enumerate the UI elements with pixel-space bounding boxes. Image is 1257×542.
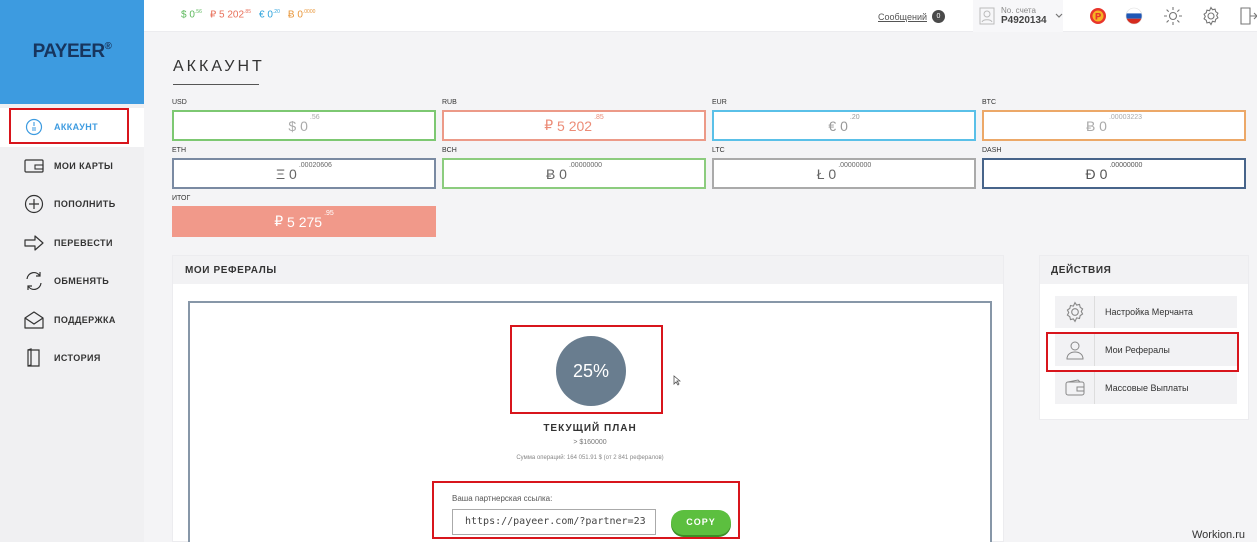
action-merchant-settings[interactable]: Настройка Мерчанта xyxy=(1055,296,1237,328)
wallet-balance: Ξ 0.00020606 xyxy=(172,158,436,189)
wallet-label: ИТОГ xyxy=(172,195,191,202)
action-label: Массовые Выплаты xyxy=(1105,383,1189,393)
action-label: Настройка Мерчанта xyxy=(1105,307,1193,317)
plan-threshold: > $160000 xyxy=(573,439,607,446)
card-icon xyxy=(24,156,44,176)
wallet-total: ИТОГ ₽ 5 275.95 xyxy=(172,195,436,237)
wallet-label: EUR xyxy=(712,99,727,106)
wallet-label: USD xyxy=(172,99,187,106)
wallet-balance: Đ 0.00000000 xyxy=(982,158,1246,189)
sidebar-item-label: ОБМЕНЯТЬ xyxy=(54,276,110,287)
envelope-icon xyxy=(24,310,44,330)
sidebar-item-transfer[interactable]: ПЕРЕВЕСТИ xyxy=(0,224,144,263)
messages-count-badge: 0 xyxy=(932,10,945,23)
wallet-balance: Ł 0.00000000 xyxy=(712,158,976,189)
wallet-balance: Ƀ 0.00000000 xyxy=(442,158,706,189)
sidebar-item-label: ИСТОРИЯ xyxy=(54,353,101,364)
sidebar-item-label: ПОДДЕРЖКА xyxy=(54,314,116,325)
wallet-btc[interactable]: BTC Ƀ 0.00003223 xyxy=(982,99,1246,141)
referral-plan-card: 25% ТЕКУЩИЙ ПЛАН > $160000 Сумма операци… xyxy=(188,301,992,542)
logout-icon[interactable] xyxy=(1238,6,1257,26)
gear-icon xyxy=(1055,296,1095,328)
plan-percent-circle: 25% xyxy=(556,336,626,406)
wallet-eur[interactable]: EUR € 0.20 xyxy=(712,99,976,141)
balance-btc: Ƀ 0.0000 xyxy=(287,9,316,21)
referrals-title: МОИ РЕФЕРАЛЫ xyxy=(173,256,1003,284)
sidebar: PAYEER® АККАУНТ МОИ КАРТЫ ПОПОЛНИТЬ ПЕРЕ… xyxy=(0,0,144,542)
plus-circle-icon xyxy=(24,194,44,214)
sun-icon[interactable] xyxy=(1163,6,1183,26)
wallet-label: BTC xyxy=(982,99,996,106)
wallet-usd[interactable]: USD $ 0.56 xyxy=(172,99,436,141)
plan-title: ТЕКУЩИЙ ПЛАН xyxy=(543,423,637,434)
account-selector[interactable]: No. счета P4920134 xyxy=(973,0,1063,32)
actions-title: ДЕЙСТВИЯ xyxy=(1040,256,1248,284)
wallet-dash[interactable]: DASH Đ 0.00000000 xyxy=(982,147,1246,189)
wallet-label: ETH xyxy=(172,147,186,154)
users-icon xyxy=(1055,334,1095,366)
sidebar-item-cards[interactable]: МОИ КАРТЫ xyxy=(0,147,144,186)
chevron-down-icon xyxy=(1055,13,1063,18)
sidebar-nav: АККАУНТ МОИ КАРТЫ ПОПОЛНИТЬ ПЕРЕВЕСТИ ОБ… xyxy=(0,104,144,378)
russian-flag-icon[interactable] xyxy=(1124,6,1144,26)
sidebar-item-deposit[interactable]: ПОПОЛНИТЬ xyxy=(0,185,144,224)
wallet-bch[interactable]: BCH Ƀ 0.00000000 xyxy=(442,147,706,189)
rub-coin-icon[interactable]: P xyxy=(1088,6,1108,26)
page-title: АККАУНТ xyxy=(173,58,265,75)
sidebar-item-label: ПОПОЛНИТЬ xyxy=(54,199,116,210)
balance-usd: $ 0.56 xyxy=(181,9,202,21)
wallet-label: BCH xyxy=(442,147,457,154)
balance-rub: ₽ 5 202.85 xyxy=(209,9,251,21)
payeer-logo: PAYEER® xyxy=(32,41,112,62)
operations-summary: Сумма операций: 164 051.91 $ (от 2 841 р… xyxy=(516,455,664,461)
wallet-label: LTC xyxy=(712,147,725,154)
partner-link-label: Ваша партнерская ссылка: xyxy=(452,494,553,503)
messages-label: Сообщений xyxy=(878,11,927,22)
exchange-icon xyxy=(24,271,44,291)
wallet-balance: ₽ 5 202.85 xyxy=(442,110,706,141)
sidebar-item-account[interactable]: АККАУНТ xyxy=(0,108,144,147)
wallet-label: RUB xyxy=(442,99,457,106)
logo-area[interactable]: PAYEER® xyxy=(0,0,144,104)
action-label: Мои Рефералы xyxy=(1105,345,1170,355)
top-bar: $ 0.56 ₽ 5 202.85 € 0.20 Ƀ 0.0000 Сообще… xyxy=(144,0,1257,32)
sidebar-item-support[interactable]: ПОДДЕРЖКА xyxy=(0,301,144,340)
wallet-balance: $ 0.56 xyxy=(172,110,436,141)
balance-eur: € 0.20 xyxy=(259,9,280,21)
arrow-right-icon xyxy=(24,233,44,253)
sidebar-item-label: ПЕРЕВЕСТИ xyxy=(54,237,113,248)
actions-panel: ДЕЙСТВИЯ Настройка Мерчанта Мои Рефералы… xyxy=(1039,255,1249,420)
sidebar-item-label: МОИ КАРТЫ xyxy=(54,160,114,171)
total-balance: ₽ 5 275.95 xyxy=(172,206,436,237)
wallet-eth[interactable]: ETH Ξ 0.00020606 xyxy=(172,147,436,189)
action-mass-payouts[interactable]: Массовые Выплаты xyxy=(1055,372,1237,404)
sidebar-item-label: АККАУНТ xyxy=(54,122,99,133)
gear-icon[interactable] xyxy=(1201,6,1221,26)
mouse-cursor-icon xyxy=(673,375,681,386)
partner-link-input[interactable]: https://payeer.com/?partner=23 xyxy=(452,509,656,535)
sidebar-item-history[interactable]: ИСТОРИЯ xyxy=(0,339,144,378)
wallet-ltc[interactable]: LTC Ł 0.00000000 xyxy=(712,147,976,189)
referrals-panel: МОИ РЕФЕРАЛЫ 25% ТЕКУЩИЙ ПЛАН > $160000 … xyxy=(172,255,1004,542)
wallet-icon xyxy=(1055,372,1095,404)
title-underline xyxy=(173,84,259,85)
wallet-balance: Ƀ 0.00003223 xyxy=(982,110,1246,141)
account-number: P4920134 xyxy=(1001,15,1047,26)
user-avatar-icon xyxy=(979,7,995,25)
svg-text:P: P xyxy=(1095,13,1102,23)
wallet-label: DASH xyxy=(982,147,1002,154)
balance-summary: $ 0.56 ₽ 5 202.85 € 0.20 Ƀ 0.0000 xyxy=(181,9,315,20)
wallet-rub[interactable]: RUB ₽ 5 202.85 xyxy=(442,99,706,141)
watermark-text: Workion.ru xyxy=(1192,529,1245,541)
book-icon xyxy=(24,348,44,368)
sidebar-item-exchange[interactable]: ОБМЕНЯТЬ xyxy=(0,262,144,301)
account-number-label: No. счета xyxy=(1001,6,1036,15)
action-my-referrals[interactable]: Мои Рефералы xyxy=(1055,334,1237,366)
copy-button[interactable]: COPY xyxy=(671,510,731,535)
messages-link[interactable]: Сообщений 0 xyxy=(878,10,945,23)
account-icon xyxy=(24,117,44,137)
wallet-balance: € 0.20 xyxy=(712,110,976,141)
